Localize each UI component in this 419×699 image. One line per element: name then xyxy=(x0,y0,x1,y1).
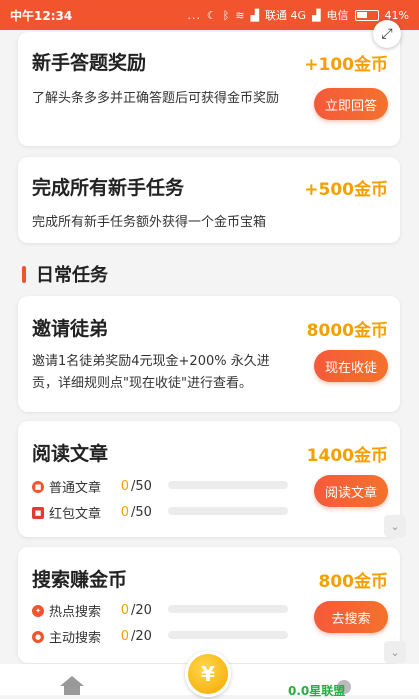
status-right: ... ☾ ᛒ ≋ ▟ 联通 4G ▟ 电信 41% xyxy=(187,7,409,23)
status-dots: ... xyxy=(187,8,201,22)
section-title: 日常任务 xyxy=(36,265,108,286)
status-time: 中午12:34 xyxy=(10,8,73,23)
card-title: 新手答题奖励 xyxy=(32,52,147,74)
card-description: 邀请1名徒弟奖励4元现金+200% 永久进贡，详细规则点"现在收徒"进行查看。 xyxy=(32,354,270,391)
expand-icon[interactable]: ⤢ xyxy=(373,20,401,48)
chevron-down-icon[interactable]: ⌄ xyxy=(384,641,406,663)
signal-icon: ▟ xyxy=(250,8,260,22)
wifi-icon: ≋ xyxy=(235,8,245,22)
progress-row-red-packet-article: ■ 红包文章 0 /50 xyxy=(32,503,171,522)
battery-icon xyxy=(354,9,379,21)
row-current: 0 xyxy=(120,505,129,520)
task-card-read: 阅读文章 1400金币 ■ 普通文章 0 /50 ■ 红包文章 0 /50 阅读… xyxy=(18,421,406,537)
progress-row-normal-article: ■ 普通文章 0 /50 xyxy=(32,477,171,496)
invite-button[interactable]: 现在收徒 xyxy=(314,350,388,382)
red-packet-icon: ■ xyxy=(32,506,44,519)
carrier-2: 电信 xyxy=(326,9,349,22)
task-card-complete-all: 完成所有新手任务 +500金币 完成所有新手任务额外获得一个金币宝箱 xyxy=(18,157,400,243)
card-title: 完成所有新手任务 xyxy=(32,177,185,199)
status-bar: 中午12:34 ... ☾ ᛒ ≋ ▟ 联通 4G ▟ 电信 41% xyxy=(0,0,419,30)
card-reward: 1400金币 xyxy=(306,446,388,466)
section-marker xyxy=(22,265,26,283)
row-current: 0 xyxy=(120,629,129,644)
row-label: 主动搜索 xyxy=(49,631,102,646)
card-description: 了解头条多多并正确答题后可获得金币奖励 xyxy=(32,91,280,106)
signal-icon-2: ▟ xyxy=(312,8,321,22)
progress-row-hot-search: ✦ 热点搜索 0 /20 xyxy=(32,601,171,620)
row-current: 0 xyxy=(120,479,129,494)
chevron-down-icon[interactable]: ⌄ xyxy=(384,515,406,537)
row-total: /50 xyxy=(131,479,152,494)
row-total: /20 xyxy=(131,629,152,644)
bluetooth-icon: ᛒ xyxy=(222,8,230,22)
card-reward: 800金币 xyxy=(318,572,389,592)
card-reward: 8000金币 xyxy=(306,321,388,341)
progress-bar xyxy=(168,631,288,639)
row-current: 0 xyxy=(120,603,129,618)
moon-icon: ☾ xyxy=(206,8,217,22)
answer-now-button[interactable]: 立即回答 xyxy=(314,88,388,120)
coin-icon[interactable]: ¥ xyxy=(185,651,231,697)
card-description: 完成所有新手任务额外获得一个金币宝箱 xyxy=(32,215,267,230)
row-total: /50 xyxy=(131,505,152,520)
search-icon: ● xyxy=(32,630,44,643)
progress-bar xyxy=(168,605,288,613)
row-total: /20 xyxy=(131,603,152,618)
row-label: 红包文章 xyxy=(49,507,102,522)
progress-bar xyxy=(168,507,288,515)
card-reward: +500金币 xyxy=(304,180,388,200)
watermark: 0.0星联盟 xyxy=(288,684,346,698)
task-card-search: 搜索赚金币 800金币 ✦ 热点搜索 0 /20 ● 主动搜索 0 /20 去搜… xyxy=(18,547,406,663)
read-article-button[interactable]: 阅读文章 xyxy=(314,475,388,507)
card-title: 邀请徒弟 xyxy=(32,318,109,340)
home-icon[interactable] xyxy=(60,676,84,695)
hot-search-icon: ✦ xyxy=(32,604,44,617)
carrier-1: 联通 4G xyxy=(265,9,307,22)
task-card-invite: 邀请徒弟 8000金币 邀请1名徒弟奖励4元现金+200% 永久进贡，详细规则点… xyxy=(18,296,400,412)
go-search-button[interactable]: 去搜索 xyxy=(314,601,388,633)
progress-bar xyxy=(168,481,288,489)
article-icon: ■ xyxy=(32,480,44,493)
row-label: 热点搜索 xyxy=(49,605,102,620)
progress-row-active-search: ● 主动搜索 0 /20 xyxy=(32,627,171,646)
card-reward: +100金币 xyxy=(304,55,388,75)
row-label: 普通文章 xyxy=(49,481,102,496)
card-title: 阅读文章 xyxy=(32,443,109,465)
task-card-quiz: 新手答题奖励 +100金币 了解头条多多并正确答题后可获得金币奖励 立即回答 xyxy=(18,32,400,146)
section-header-daily: 日常任务 xyxy=(22,261,108,287)
card-title: 搜索赚金币 xyxy=(32,569,128,591)
